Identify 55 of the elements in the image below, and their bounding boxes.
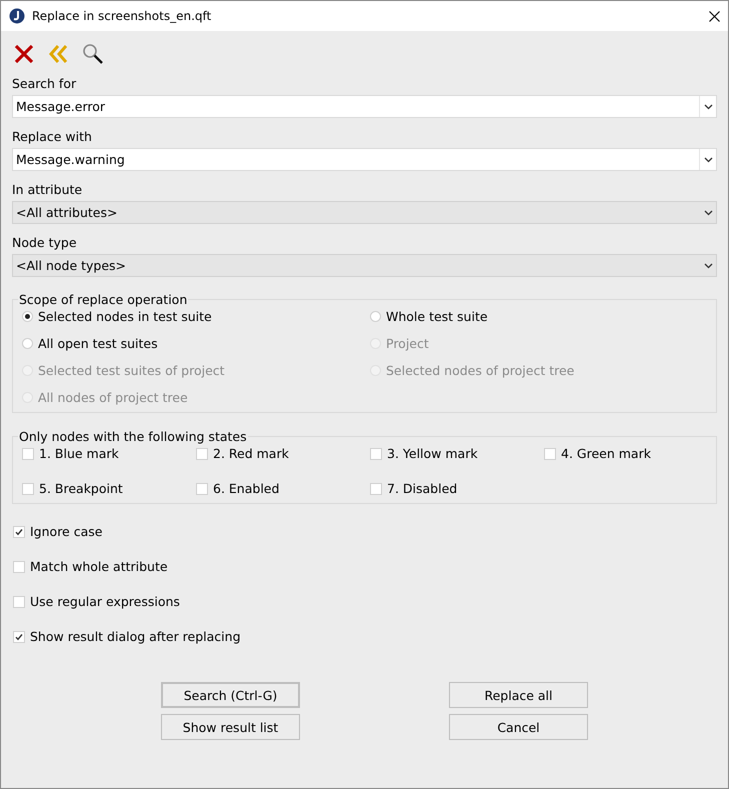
dialog-button[interactable]: Replace all: [449, 682, 588, 708]
group-title: Scope of replace operation: [18, 292, 188, 307]
combo-box[interactable]: Message.error: [12, 95, 717, 118]
radio-label: All nodes of project tree: [38, 390, 188, 405]
checkbox-label: 1. Blue mark: [39, 446, 119, 461]
search-icon[interactable]: [82, 43, 104, 65]
radio-button[interactable]: [22, 311, 33, 322]
checkbox-label: Match whole attribute: [30, 559, 168, 574]
checkbox-label: Show result dialog after replacing: [30, 629, 241, 644]
checkbox[interactable]: [370, 448, 382, 460]
radio-label: Whole test suite: [386, 309, 488, 324]
dialog-button[interactable]: Show result list: [161, 714, 300, 740]
checkbox[interactable]: [196, 448, 208, 460]
close-icon[interactable]: [709, 10, 720, 22]
dropdown[interactable]: <All node types>: [12, 254, 717, 277]
checkbox[interactable]: [13, 596, 25, 608]
field-value: Message.error: [16, 99, 106, 114]
checkbox[interactable]: [544, 448, 556, 460]
combo-box[interactable]: Message.warning: [12, 148, 717, 171]
app-logo-icon: [9, 8, 25, 24]
double-chevron-icon[interactable]: [48, 44, 68, 64]
field-value: <All attributes>: [16, 205, 118, 220]
checkbox[interactable]: [22, 448, 34, 460]
checkbox[interactable]: [22, 482, 34, 494]
field-label: Replace with: [12, 129, 93, 144]
checkbox-label: 2. Red mark: [213, 446, 289, 461]
group-title: Only nodes with the following states: [18, 429, 248, 444]
checkbox-label: Ignore case: [30, 524, 102, 539]
checkbox-label: 5. Breakpoint: [39, 481, 123, 496]
window-title: Replace in screenshots_en.qft: [32, 9, 212, 23]
checkbox[interactable]: [13, 630, 25, 642]
checkbox[interactable]: [196, 482, 208, 494]
field-label: In attribute: [12, 182, 84, 197]
radio-button[interactable]: [370, 311, 381, 322]
checkbox-label: 4. Green mark: [561, 446, 651, 461]
radio-label: Selected nodes in test suite: [38, 309, 212, 324]
radio-label: All open test suites: [38, 336, 158, 351]
radio-label: Project: [386, 336, 429, 351]
radio-label: Selected test suites of project: [38, 363, 225, 378]
dialog-button[interactable]: Cancel: [449, 714, 588, 740]
checkbox-label: Use regular expressions: [30, 594, 180, 609]
field-label: Search for: [12, 76, 78, 91]
dialog-button[interactable]: Search (Ctrl-G): [161, 682, 300, 708]
checkbox[interactable]: [13, 560, 25, 572]
field-value: <All node types>: [16, 258, 128, 273]
checkbox[interactable]: [13, 526, 25, 538]
checkbox-label: 7. Disabled: [387, 481, 458, 496]
checkbox[interactable]: [370, 482, 382, 494]
checkbox-label: 6. Enabled: [213, 481, 280, 496]
field-label: Node type: [12, 235, 78, 250]
checkbox-label: 3. Yellow mark: [387, 446, 478, 461]
field-value: Message.warning: [16, 152, 126, 167]
dropdown[interactable]: <All attributes>: [12, 201, 717, 224]
radio-label: Selected nodes of project tree: [386, 363, 574, 378]
radio-button[interactable]: [22, 338, 33, 349]
